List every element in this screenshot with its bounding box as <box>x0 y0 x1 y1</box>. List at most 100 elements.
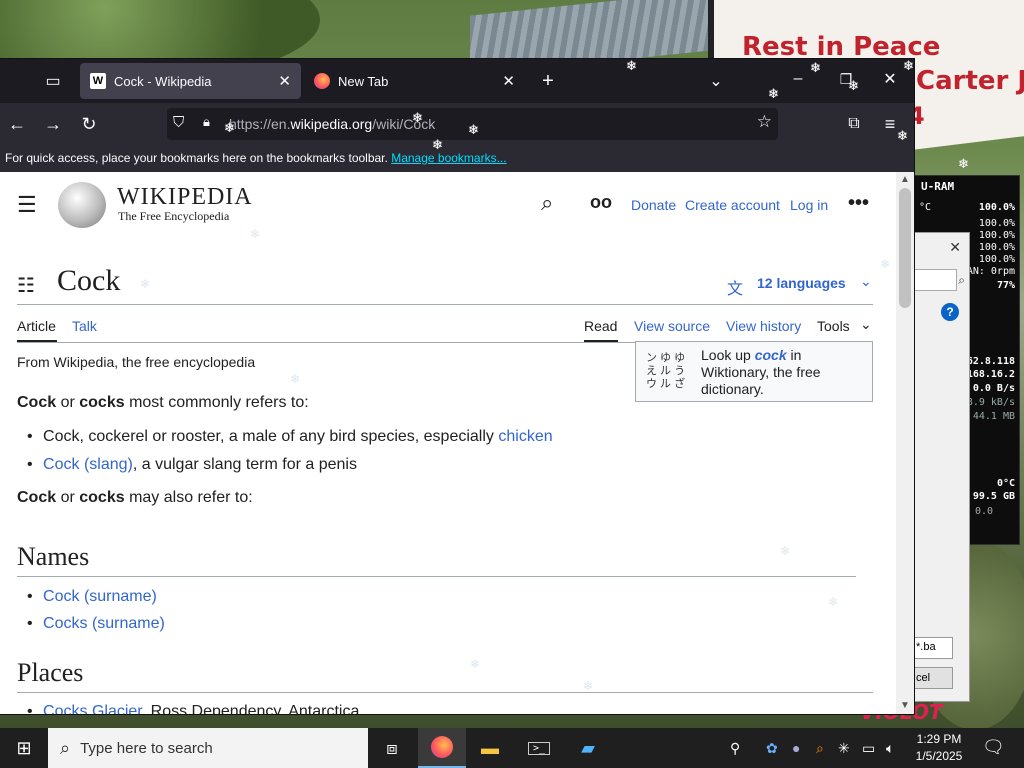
help-icon[interactable]: ? <box>941 303 959 321</box>
url-text[interactable]: https://en.wikipedia.org/wiki/Cock <box>229 116 435 132</box>
chevron-down-icon[interactable]: ⌄ <box>860 316 872 333</box>
search-icon[interactable]: ⌕ <box>958 273 965 288</box>
hwmon-mem: 44.1 MB <box>972 411 1015 422</box>
tracking-protection-shield-icon[interactable]: ⛉ <box>173 114 184 131</box>
snowflake-icon: ❄ <box>768 86 779 101</box>
notification-icon[interactable]: 🗨︎ <box>982 737 1005 758</box>
tab-view-history[interactable]: View history <box>726 318 801 334</box>
snowflake-icon: ❄ <box>583 679 594 693</box>
start-windows-icon[interactable]: ⊞ <box>0 728 48 768</box>
translate-icon[interactable]: 文 <box>727 275 743 299</box>
file-explorer-icon[interactable]: ▬ <box>466 728 514 768</box>
hwmon-ip: 62.8.118 <box>966 356 1015 367</box>
tools-menu[interactable]: Tools <box>817 318 850 334</box>
snowflake-icon: ❄ <box>224 120 235 135</box>
background-dialog: ✕ ⌕ ? *.ba cel <box>912 232 970 702</box>
cocks-glacier-link[interactable]: Cocks Glacier <box>43 703 142 714</box>
list-item: • Cock, cockerel or rooster, a male of a… <box>27 428 553 445</box>
lock-icon[interactable]: 🔒︎ <box>203 114 210 130</box>
task-view-icon[interactable]: ⧈ <box>368 728 416 768</box>
text-fragment: , Ross Dependency, Antarctica <box>141 703 360 714</box>
surname-link[interactable]: Cock (surname) <box>43 588 157 605</box>
cock-slang-link[interactable]: Cock (slang) <box>43 456 133 473</box>
tab-new-tab[interactable]: New Tab ✕ <box>304 63 525 99</box>
extensions-puzzle-icon[interactable]: ⧉ <box>842 112 866 136</box>
remote-desktop-icon[interactable]: ▰ <box>564 728 612 768</box>
tray-app-icon[interactable]: ✿ <box>766 740 778 757</box>
page-scrollbar[interactable]: ▲ ▼ <box>896 172 914 714</box>
snowflake-icon: ❄ <box>626 58 637 73</box>
snowflake-icon: ❄ <box>250 227 261 241</box>
wiktionary-logo-icon: ン ゆ ゆえ ル うウ ル ざ <box>646 352 686 390</box>
snowflake-icon: ❄ <box>432 137 443 152</box>
minimize-icon[interactable]: – <box>786 67 810 91</box>
bold-term: Cock <box>17 394 57 411</box>
chicken-link[interactable]: chicken <box>498 428 552 445</box>
search-icon[interactable]: ⌕ <box>541 190 553 216</box>
taskbar-search-box[interactable]: ⌕ Type here to search <box>48 728 368 768</box>
forward-arrow-icon[interactable]: → <box>41 112 65 136</box>
snowflake-icon: ❄ <box>468 122 479 137</box>
more-options-icon[interactable]: ••• <box>848 192 869 215</box>
cancel-button[interactable]: cel <box>913 667 953 689</box>
wikipedia-page: ☰ WIKIPEDIA The Free Encyclopedia ⌕ oo D… <box>0 172 896 714</box>
tab-article[interactable]: Article <box>17 318 56 334</box>
section-heading-names: Names <box>17 542 90 571</box>
navigation-toolbar: ← → ↻ ⛉ 🔒︎ https://en.wikipedia.org/wiki… <box>0 103 914 145</box>
wikipedia-wordmark[interactable]: WIKIPEDIA <box>117 184 253 211</box>
wikipedia-tagline: The Free Encyclopedia <box>118 209 230 223</box>
snowflake-icon: ❄ <box>140 277 151 291</box>
network-icon[interactable]: ▭ <box>862 740 875 757</box>
bookmark-star-icon[interactable]: ☆ <box>757 112 772 132</box>
surname-link[interactable]: Cocks (surname) <box>43 615 165 632</box>
tab-view-source[interactable]: View source <box>634 318 710 334</box>
window-close-icon[interactable]: ✕ <box>878 67 902 91</box>
intro-paragraph: Cock or cocks may also refer to: <box>17 489 253 507</box>
main-menu-icon[interactable]: ☰ <box>17 192 37 218</box>
text-fragment: or <box>56 489 80 506</box>
tab-wikipedia[interactable]: W Cock - Wikipedia ✕ <box>80 63 301 99</box>
file-type-select[interactable]: *.ba <box>913 637 953 659</box>
list-tabs-chevron-icon[interactable]: ⌄ <box>704 69 728 93</box>
close-tab-icon[interactable]: ✕ <box>502 72 515 90</box>
donate-link[interactable]: Donate <box>631 197 676 213</box>
close-icon[interactable]: ✕ <box>949 239 961 256</box>
wikipedia-globe-icon[interactable] <box>58 182 106 228</box>
appearance-glasses-icon[interactable]: oo <box>590 192 612 213</box>
create-account-link[interactable]: Create account <box>685 197 780 213</box>
hwmon-pct: 100.0% <box>978 202 1015 213</box>
firefox-view-icon[interactable]: ▭ <box>40 69 66 93</box>
tab-label: Cock - Wikipedia <box>114 73 212 89</box>
toc-icon[interactable]: ☷ <box>17 273 35 298</box>
list-item: • Cocks Glacier, Ross Dependency, Antarc… <box>27 703 359 714</box>
clock[interactable]: 1:29 PM 1/5/2025 <box>914 731 964 765</box>
new-tab-plus-icon[interactable]: + <box>536 69 560 93</box>
wiktionary-cock-link[interactable]: cock <box>755 347 787 363</box>
terminal-icon[interactable]: >_ <box>515 728 563 768</box>
scroll-down-icon[interactable]: ▼ <box>900 700 910 711</box>
hwmon-temp2: 0°C <box>996 478 1015 489</box>
firefox-taskbar-icon[interactable] <box>418 728 466 768</box>
tray-snow-icon[interactable]: ✳ <box>838 740 850 757</box>
reload-icon[interactable]: ↻ <box>77 112 101 136</box>
log-in-link[interactable]: Log in <box>790 197 828 213</box>
languages-button[interactable]: 12 languages <box>757 275 846 291</box>
text-fragment: Look up <box>701 347 755 363</box>
hwmon-disk2: 0.0 <box>975 506 994 517</box>
scrollbar-thumb[interactable] <box>899 188 911 308</box>
snowflake-icon: ❄ <box>290 372 301 386</box>
scroll-up-icon[interactable]: ▲ <box>900 174 910 185</box>
manage-bookmarks-link[interactable]: Manage bookmarks... <box>391 151 506 165</box>
tab-talk[interactable]: Talk <box>72 318 97 334</box>
tray-search-icon[interactable]: ⌕ <box>816 740 824 757</box>
close-tab-icon[interactable]: ✕ <box>278 72 291 90</box>
chevron-down-icon[interactable]: ⌄ <box>860 273 872 290</box>
tray-drop-icon[interactable]: ● <box>792 740 800 756</box>
volume-muted-icon[interactable]: 🔈︎ <box>886 740 894 757</box>
back-arrow-icon[interactable]: ← <box>5 112 29 136</box>
tab-read[interactable]: Read <box>584 318 617 334</box>
snowflake-icon: ❄ <box>897 128 908 143</box>
text-fragment: Cock, cockerel or rooster, a male of any… <box>43 428 499 445</box>
dialog-input[interactable] <box>913 269 957 291</box>
people-icon[interactable]: ⚲ <box>730 740 740 757</box>
